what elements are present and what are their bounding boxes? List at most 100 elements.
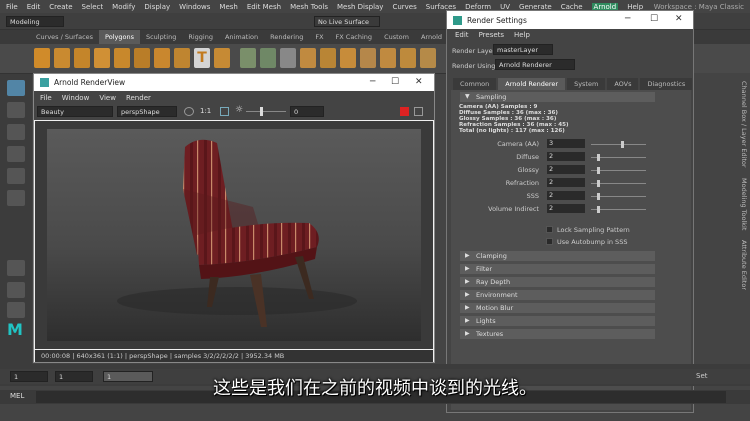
rs-close-icon[interactable]: ✕ (675, 14, 683, 24)
tab-channel-box[interactable]: Channel Box / Layer Editor (738, 81, 748, 168)
torus-icon[interactable] (114, 48, 130, 68)
rs-scroll-area[interactable]: ▼ Sampling Camera (AA) Samples : 9 Diffus… (451, 90, 691, 410)
menu-edit[interactable]: Edit (27, 3, 41, 11)
rotate-tool-icon[interactable] (7, 168, 25, 184)
field-value-input[interactable]: 2 (547, 191, 585, 200)
field-value-input[interactable]: 2 (547, 178, 585, 187)
region-icon[interactable] (184, 107, 194, 116)
section-header[interactable]: ▶ Filter (460, 264, 655, 274)
move-tool-icon[interactable] (7, 146, 25, 162)
tab-modeling-toolkit[interactable]: Modeling Toolkit (738, 178, 748, 230)
tab-diagnostics[interactable]: Diagnostics (640, 78, 693, 90)
live-surface-field[interactable]: No Live Surface (314, 16, 380, 27)
field-value-input[interactable]: 2 (547, 165, 585, 174)
separate-icon[interactable] (260, 48, 276, 68)
fit-icon[interactable] (220, 107, 229, 116)
shelf-tab-rigging[interactable]: Rigging (182, 30, 219, 44)
svg-icon[interactable] (214, 48, 230, 68)
menu-file[interactable]: File (6, 3, 18, 11)
refresh-icon[interactable] (414, 107, 423, 116)
four-layout-icon[interactable] (7, 282, 25, 298)
target-weld-icon[interactable] (380, 48, 396, 68)
paint-select-icon[interactable] (7, 124, 25, 140)
field-value-input[interactable]: 3 (547, 139, 585, 148)
menu-mesh-tools[interactable]: Mesh Tools (290, 3, 328, 11)
section-header[interactable]: ▶ Ray Depth (460, 277, 655, 287)
menu-edit-mesh[interactable]: Edit Mesh (247, 3, 281, 11)
field-value-input[interactable]: 2 (547, 204, 585, 213)
section-header[interactable]: ▶ Motion Blur (460, 303, 655, 313)
cone-icon[interactable] (94, 48, 110, 68)
platonic-icon[interactable] (174, 48, 190, 68)
slider-handle[interactable] (596, 180, 600, 187)
single-layout-icon[interactable] (7, 260, 25, 276)
rv-menu-render[interactable]: Render (126, 94, 151, 102)
tab-common[interactable]: Common (453, 78, 497, 90)
select-tool-icon[interactable] (7, 80, 25, 96)
shelf-tab-fx-caching[interactable]: FX Caching (330, 30, 379, 44)
mirror-icon[interactable] (420, 48, 436, 68)
menu-mesh-display[interactable]: Mesh Display (337, 3, 383, 11)
field-slider[interactable] (591, 193, 646, 200)
field-slider[interactable] (591, 141, 646, 148)
shelf-tab-polygons[interactable]: Polygons (99, 30, 140, 44)
menu-curves[interactable]: Curves (392, 3, 416, 11)
menu-select[interactable]: Select (82, 3, 104, 11)
scale-tool-icon[interactable] (7, 190, 25, 206)
mode-dropdown[interactable]: Modeling (6, 16, 64, 27)
cylinder-icon[interactable] (74, 48, 90, 68)
section-sampling[interactable]: ▼ Sampling (460, 92, 655, 102)
shelf-tab-animation[interactable]: Animation (219, 30, 264, 44)
rv-menu-view[interactable]: View (99, 94, 116, 102)
shelf-tab-custom[interactable]: Custom (378, 30, 415, 44)
exposure-slider[interactable] (246, 107, 286, 116)
bridge-icon[interactable] (340, 48, 356, 68)
field-slider[interactable] (591, 206, 646, 213)
menu-modify[interactable]: Modify (112, 3, 135, 11)
cube-icon[interactable] (54, 48, 70, 68)
render-using-dropdown[interactable]: Arnold Renderer (495, 59, 575, 70)
slider-handle[interactable] (596, 154, 600, 161)
camera-dropdown[interactable]: perspShape (117, 106, 177, 117)
plane-icon[interactable] (134, 48, 150, 68)
uv-icon[interactable] (400, 48, 416, 68)
stop-render-icon[interactable] (400, 107, 409, 116)
slider-handle[interactable] (621, 141, 625, 148)
slider-handle[interactable] (596, 167, 600, 174)
shelf-tab-sculpting[interactable]: Sculpting (140, 30, 182, 44)
menu-windows[interactable]: Windows (179, 3, 210, 11)
shelf-tab-arnold[interactable]: Arnold (415, 30, 448, 44)
render-layer-dropdown[interactable]: masterLayer (493, 44, 553, 55)
rs-minimize-icon[interactable]: ─ (625, 14, 630, 24)
rv-menu-file[interactable]: File (40, 94, 52, 102)
text-icon[interactable]: T (194, 48, 210, 68)
minimize-icon[interactable]: ─ (370, 77, 375, 87)
layout-icon[interactable] (7, 302, 25, 318)
close-icon[interactable]: ✕ (415, 77, 423, 87)
shelf-tab-fx[interactable]: FX (309, 30, 329, 44)
disc-icon[interactable] (154, 48, 170, 68)
rv-menu-window[interactable]: Window (62, 94, 90, 102)
slider-handle[interactable] (596, 193, 600, 200)
rs-menu-help[interactable]: Help (514, 31, 530, 39)
field-slider[interactable] (591, 154, 646, 161)
field-value-input[interactable]: 2 (547, 152, 585, 161)
slider-handle[interactable] (596, 206, 600, 213)
shelf-tab-curves[interactable]: Curves / Surfaces (30, 30, 99, 44)
menu-mesh[interactable]: Mesh (219, 3, 237, 11)
extrude-icon[interactable] (320, 48, 336, 68)
menu-create[interactable]: Create (49, 3, 72, 11)
section-header[interactable]: ▶ Textures (460, 329, 655, 339)
field-slider[interactable] (591, 180, 646, 187)
autobump-checkbox[interactable] (546, 238, 553, 245)
section-header[interactable]: ▶ Clamping (460, 251, 655, 261)
section-header[interactable]: ▶ Lights (460, 316, 655, 326)
multicut-icon[interactable] (360, 48, 376, 68)
rs-menu-edit[interactable]: Edit (455, 31, 469, 39)
aov-dropdown[interactable]: Beauty (37, 106, 113, 117)
combine-icon[interactable] (240, 48, 256, 68)
bevel-icon[interactable] (300, 48, 316, 68)
shelf-tab-rendering[interactable]: Rendering (264, 30, 309, 44)
tab-system[interactable]: System (567, 78, 606, 90)
tab-arnold-renderer[interactable]: Arnold Renderer (498, 78, 566, 90)
